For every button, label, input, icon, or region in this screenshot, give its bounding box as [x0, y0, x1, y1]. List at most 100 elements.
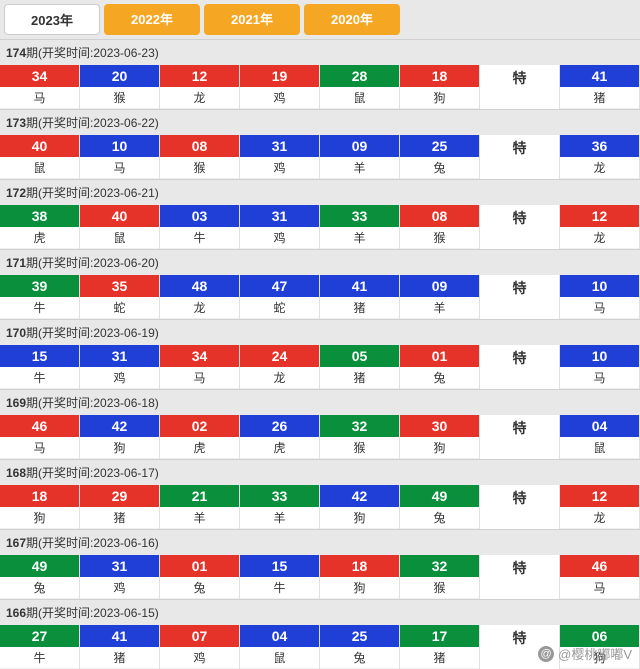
ball-cell: 15牛 — [0, 345, 80, 389]
ball-zodiac: 牛 — [0, 647, 79, 668]
ball-zodiac: 猪 — [80, 507, 159, 528]
ball-cell: 15牛 — [240, 555, 320, 599]
ball-number: 07 — [160, 625, 239, 647]
ball-number: 40 — [80, 205, 159, 227]
ball-number: 31 — [80, 345, 159, 367]
ball-number: 26 — [240, 415, 319, 437]
ball-cell: 18狗 — [320, 555, 400, 599]
special-ball-cell: 04鼠 — [560, 415, 640, 459]
ball-cell: 08猴 — [400, 205, 480, 249]
year-tab-2[interactable]: 2021年 — [204, 4, 300, 35]
ball-cell: 12龙 — [160, 65, 240, 109]
ball-number: 28 — [320, 65, 399, 87]
ball-zodiac: 蛇 — [240, 297, 319, 318]
ball-zodiac: 龙 — [160, 297, 239, 318]
ball-number: 04 — [560, 415, 639, 437]
year-tab-0[interactable]: 2023年 — [4, 4, 100, 35]
special-label: 特 — [480, 485, 559, 511]
ball-cell: 03牛 — [160, 205, 240, 249]
ball-zodiac: 狗 — [320, 507, 399, 528]
ball-cell: 09羊 — [320, 135, 400, 179]
period-header: 166期(开奖时间:2023-06-15) — [0, 599, 640, 625]
ball-number: 42 — [320, 485, 399, 507]
ball-cell: 39牛 — [0, 275, 80, 319]
ball-cell: 42狗 — [320, 485, 400, 529]
ball-zodiac: 鸡 — [240, 87, 319, 108]
ball-cell: 40鼠 — [0, 135, 80, 179]
period-header: 173期(开奖时间:2023-06-22) — [0, 109, 640, 135]
ball-cell: 21羊 — [160, 485, 240, 529]
ball-number: 33 — [320, 205, 399, 227]
ball-zodiac: 牛 — [0, 367, 79, 388]
period-header: 171期(开奖时间:2023-06-20) — [0, 249, 640, 275]
ball-number: 30 — [400, 415, 479, 437]
result-row: 34马20猴12龙19鸡28鼠18狗特 41猪 — [0, 65, 640, 109]
watermark: @ @樱桃嘟嘟V — [538, 644, 632, 663]
special-label-cell: 特 — [480, 415, 560, 459]
ball-number: 38 — [0, 205, 79, 227]
ball-number: 10 — [560, 345, 639, 367]
ball-number: 35 — [80, 275, 159, 297]
ball-number: 12 — [160, 65, 239, 87]
ball-zodiac: 龙 — [560, 157, 639, 178]
special-ball-cell: 12龙 — [560, 205, 640, 249]
ball-cell: 40鼠 — [80, 205, 160, 249]
ball-cell: 20猴 — [80, 65, 160, 109]
result-row: 39牛35蛇48龙47蛇41猪09羊特 10马 — [0, 275, 640, 319]
ball-zodiac: 马 — [160, 367, 239, 388]
ball-number: 41 — [80, 625, 159, 647]
ball-number: 09 — [320, 135, 399, 157]
ball-zodiac: 马 — [80, 157, 159, 178]
ball-cell: 32猴 — [320, 415, 400, 459]
ball-number: 31 — [240, 205, 319, 227]
special-ball-cell: 10马 — [560, 345, 640, 389]
ball-zodiac: 鸡 — [80, 577, 159, 598]
ball-number: 47 — [240, 275, 319, 297]
ball-number: 24 — [240, 345, 319, 367]
ball-cell: 29猪 — [80, 485, 160, 529]
ball-cell: 49兔 — [0, 555, 80, 599]
year-tab-1[interactable]: 2022年 — [104, 4, 200, 35]
ball-zodiac: 马 — [560, 577, 639, 598]
ball-number: 39 — [0, 275, 79, 297]
ball-cell: 49兔 — [400, 485, 480, 529]
ball-zodiac: 狗 — [400, 437, 479, 458]
period-header: 169期(开奖时间:2023-06-18) — [0, 389, 640, 415]
ball-number: 27 — [0, 625, 79, 647]
ball-cell: 30狗 — [400, 415, 480, 459]
period-header: 168期(开奖时间:2023-06-17) — [0, 459, 640, 485]
special-label-cell: 特 — [480, 65, 560, 109]
special-label-cell: 特 — [480, 555, 560, 599]
period-header: 167期(开奖时间:2023-06-16) — [0, 529, 640, 555]
ball-zodiac: 兔 — [160, 577, 239, 598]
ball-zodiac: 猪 — [320, 367, 399, 388]
ball-number: 08 — [400, 205, 479, 227]
ball-number: 32 — [320, 415, 399, 437]
ball-number: 46 — [0, 415, 79, 437]
ball-cell: 01兔 — [160, 555, 240, 599]
ball-number: 31 — [240, 135, 319, 157]
ball-cell: 31鸡 — [80, 345, 160, 389]
ball-zodiac: 马 — [0, 87, 79, 108]
ball-cell: 38虎 — [0, 205, 80, 249]
ball-zodiac: 猪 — [320, 297, 399, 318]
ball-zodiac: 鼠 — [320, 87, 399, 108]
periods-container: 174期(开奖时间:2023-06-23)34马20猴12龙19鸡28鼠18狗特… — [0, 39, 640, 669]
ball-zodiac: 牛 — [160, 227, 239, 248]
ball-cell: 05猪 — [320, 345, 400, 389]
ball-number: 49 — [400, 485, 479, 507]
ball-cell: 01兔 — [400, 345, 480, 389]
ball-cell: 35蛇 — [80, 275, 160, 319]
ball-zodiac: 猴 — [80, 87, 159, 108]
special-label: 特 — [480, 345, 559, 371]
ball-cell: 04鼠 — [240, 625, 320, 669]
ball-number: 03 — [160, 205, 239, 227]
ball-number: 29 — [80, 485, 159, 507]
ball-cell: 26虎 — [240, 415, 320, 459]
ball-zodiac: 猴 — [400, 577, 479, 598]
ball-number: 10 — [80, 135, 159, 157]
year-tab-3[interactable]: 2020年 — [304, 4, 400, 35]
ball-zodiac: 鼠 — [0, 157, 79, 178]
ball-zodiac: 鸡 — [80, 367, 159, 388]
ball-number: 04 — [240, 625, 319, 647]
